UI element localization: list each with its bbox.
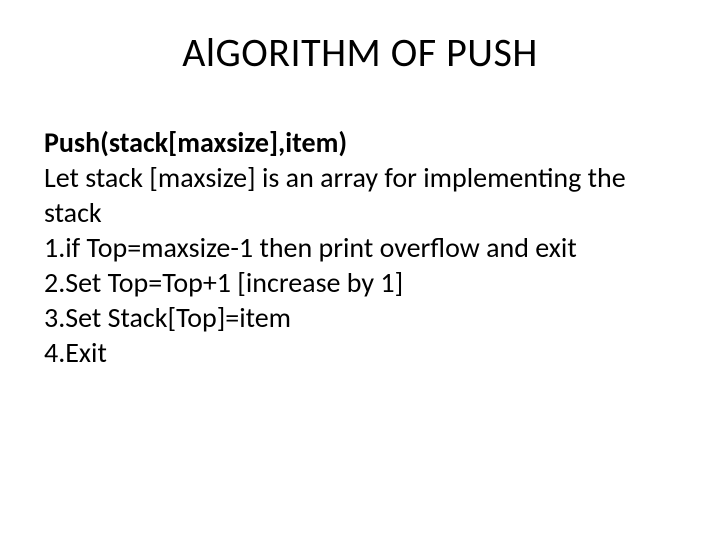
step-2: 2.Set Top=Top+1 [increase by 1] <box>44 265 676 300</box>
step-3: 3.Set Stack[Top]=item <box>44 300 676 335</box>
slide-body: Push(stack[maxsize],item) Let stack [max… <box>0 125 720 370</box>
slide-title: AlGORITHM OF PUSH <box>0 28 720 77</box>
step-1: 1.if Top=maxsize-1 then print overflow a… <box>44 230 676 265</box>
slide: AlGORITHM OF PUSH Push(stack[maxsize],it… <box>0 28 720 540</box>
description-line: Let stack [maxsize] is an array for impl… <box>44 160 676 230</box>
push-signature: Push(stack[maxsize],item) <box>44 125 676 160</box>
step-4: 4.Exit <box>44 335 676 370</box>
